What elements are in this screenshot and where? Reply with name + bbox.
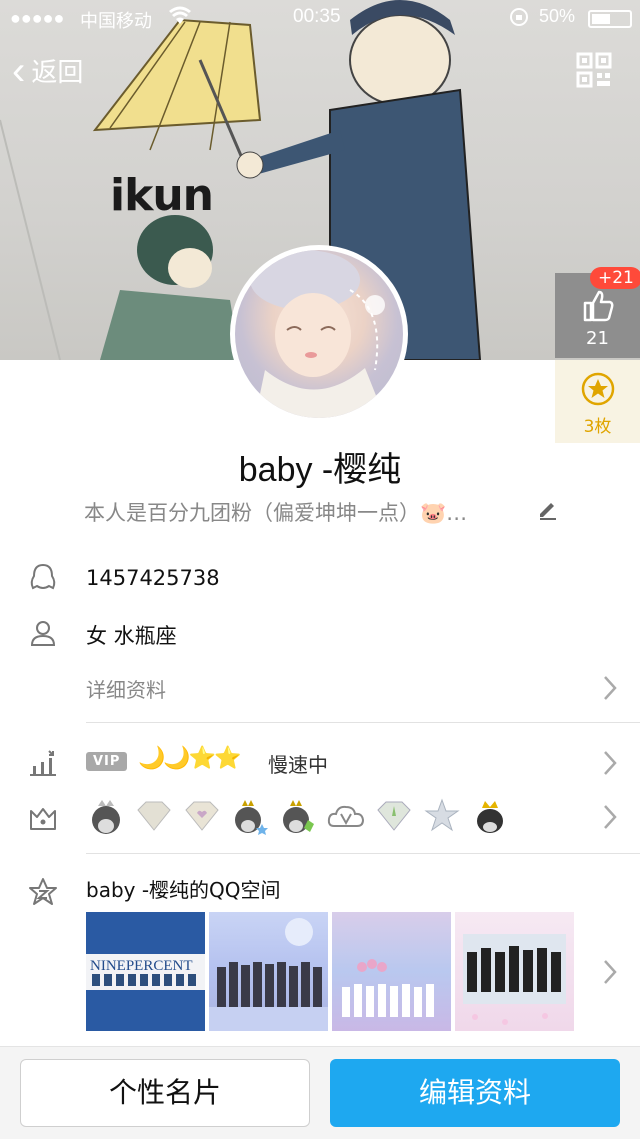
qzone-star-icon	[29, 878, 57, 905]
battery-percent: 50%	[539, 6, 576, 26]
avatar[interactable]	[230, 245, 408, 423]
qr-code-icon[interactable]	[576, 52, 612, 88]
back-button[interactable]: ‹ 返回	[12, 48, 84, 93]
cloud-v-icon	[326, 796, 372, 836]
chevron-right-icon[interactable]	[600, 957, 620, 987]
qzone-photo[interactable]	[209, 912, 328, 1031]
chevron-right-icon[interactable]	[600, 802, 620, 832]
profile-signature[interactable]: 本人是百分九团粉（偏爱坤坤一点）🐷…	[84, 497, 467, 527]
like-button[interactable]: +21 21	[555, 267, 640, 358]
status-bar: ●●●●● 中国移动 00:35 50%	[0, 0, 640, 36]
qzone-photo-strip[interactable]: NINEPERCENT	[86, 912, 578, 1031]
star-badge-icon	[581, 372, 615, 406]
acceleration-status: 慢速中	[268, 753, 328, 777]
wifi-icon	[168, 6, 192, 31]
edit-profile-button[interactable]: 编辑资料	[330, 1059, 620, 1127]
bottom-action-bar: 个性名片 编辑资料	[0, 1046, 640, 1139]
divider	[86, 853, 640, 854]
details-link[interactable]: 详细资料	[86, 674, 166, 703]
star-gift-button[interactable]: 3枚	[555, 360, 640, 443]
green-penguin-icon	[278, 796, 324, 836]
crown-icon	[30, 808, 56, 830]
star-count: 3枚	[583, 417, 612, 437]
signal-strength-icon: ●●●●●	[10, 8, 65, 28]
back-label: 返回	[31, 57, 84, 87]
badge-list[interactable]	[86, 796, 518, 836]
avatar-photo	[235, 250, 403, 418]
svg-text:NINEPERCENT: NINEPERCENT	[90, 958, 193, 974]
green-diamond-icon	[374, 796, 420, 836]
qq-crown-penguin-icon	[86, 796, 132, 836]
divider	[86, 722, 640, 723]
chevron-right-icon[interactable]	[600, 673, 620, 703]
like-increment-badge: +21	[590, 267, 640, 289]
penguin-icon	[30, 563, 56, 590]
thumbs-up-icon	[583, 290, 614, 322]
person-icon	[30, 621, 56, 646]
diamond-icon	[134, 796, 180, 836]
vip-badge[interactable]: VIP	[86, 752, 128, 771]
qzone-photo[interactable]	[332, 912, 451, 1031]
star-penguin-icon	[230, 796, 276, 836]
gender-zodiac: 女 水瓶座	[86, 624, 177, 648]
heart-diamond-icon	[182, 796, 228, 836]
qq-number: 1457425738	[86, 566, 220, 590]
pencil-icon[interactable]	[537, 498, 559, 520]
level-chart-icon	[30, 750, 56, 776]
qq-level-icons: 🌙🌙⭐⭐	[138, 746, 242, 771]
gold-crown-penguin-icon	[470, 796, 516, 836]
qzone-photo[interactable]: NINEPERCENT	[86, 912, 205, 1031]
carrier-name: 中国移动	[80, 11, 152, 31]
qzone-title[interactable]: baby -樱纯的QQ空间	[86, 874, 281, 903]
chevron-left-icon: ‹	[12, 48, 26, 93]
rotation-lock-icon	[508, 6, 530, 33]
silver-star-icon	[422, 796, 468, 836]
chevron-right-icon[interactable]	[600, 748, 620, 778]
cover-caption: ikun	[110, 170, 214, 221]
status-time: 00:35	[293, 6, 341, 27]
qzone-photo[interactable]	[455, 912, 574, 1031]
battery-icon	[588, 10, 632, 28]
like-count: 21	[586, 328, 609, 349]
profile-name: baby -樱纯	[238, 451, 402, 489]
profile-card-button[interactable]: 个性名片	[20, 1059, 310, 1127]
